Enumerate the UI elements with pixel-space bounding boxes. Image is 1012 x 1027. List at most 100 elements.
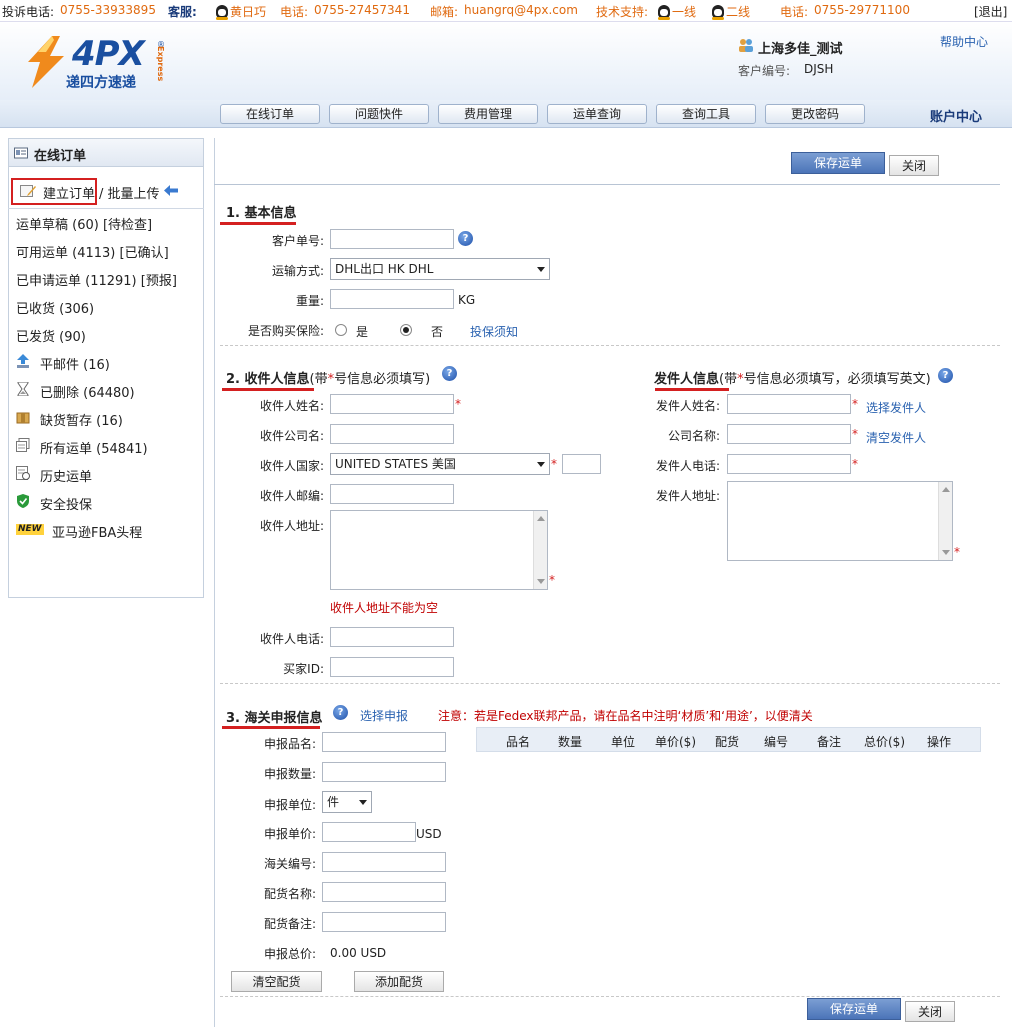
customer-no-label: 客户单号: [271,234,324,248]
recipient-zip-input[interactable] [330,484,454,504]
sender-name-input[interactable] [727,394,851,414]
hs-code-label: 海关编号: [263,857,316,871]
clear-cargo-button[interactable]: 清空配货 [231,971,322,992]
new-badge: NEW [16,524,44,535]
shipping-method-select[interactable]: DHL出口 HK DHL [330,258,550,280]
sidebar-item-received[interactable]: 已收货 (306) [16,298,94,317]
sidebar-item-history[interactable]: 历史运单 [40,466,92,485]
scrollbar[interactable] [533,511,547,589]
scrollbar[interactable] [938,482,952,560]
table-header-action: 操作 [927,735,952,749]
sender-phone-input[interactable] [727,454,851,474]
recipient-country-code-input[interactable] [562,454,601,474]
sender-address-textarea[interactable] [727,481,953,561]
sidebar-item-out-of-stock[interactable]: 缺货暂存 (16) [40,410,123,429]
hourglass-icon [17,382,29,396]
declare-name-input[interactable] [322,732,446,752]
nav-change-password[interactable]: 更改密码 [765,104,865,124]
save-waybill-button-top[interactable]: 保存运单 [791,152,885,174]
declare-total-value: 0.00 USD [330,946,387,960]
logo-express: Express [156,46,165,82]
scroll-up-icon [537,516,545,521]
user-group-icon [739,39,753,52]
customer-code: DJSH [804,62,834,76]
fedex-notice: 注意：若是Fedex联邦产品，请在品名中注明‘材质’和‘用途’，以便清关 [438,709,813,723]
sidebar-item-drafts[interactable]: 运单草稿 (60) [待检查] [16,214,152,233]
tech-phone-label: 电话: [780,5,809,19]
close-button-bottom[interactable]: 关闭 [905,1001,955,1022]
clear-sender-link[interactable]: 清空发件人 [866,429,926,446]
declare-price-input[interactable] [322,822,416,842]
add-cargo-button[interactable]: 添加配货 [354,971,444,992]
nav-waybill-query[interactable]: 运单查询 [547,104,647,124]
qq-icon [712,5,724,20]
recipient-info-title: 2. 收件人信息(带*号信息必须填写) [226,372,431,387]
select-declaration-link[interactable]: 选择申报 [360,707,408,724]
declare-price-unit: USD [416,827,442,841]
account-center-link[interactable]: 账户中心 [930,106,982,125]
tech-line1-contact[interactable]: 一线 [658,3,696,20]
recipient-address-textarea[interactable] [330,510,548,590]
buyer-id-input[interactable] [330,657,454,677]
sidebar-item-all[interactable]: 所有运单 (54841) [40,438,148,457]
sidebar-item-fba[interactable]: 亚马逊FBA头程 [52,522,142,541]
recipient-phone-input[interactable] [330,627,454,647]
insurance-no-radio[interactable] [400,324,412,336]
required-mark: * [954,545,960,559]
customs-help-icon[interactable]: ? [333,705,348,720]
create-order-label[interactable]: 建立订单 [43,183,95,202]
sidebar-item-applied[interactable]: 已申请运单 (11291) [预报] [16,270,177,289]
cargo-name-input[interactable] [322,882,446,902]
email-label: 邮箱: [430,5,459,19]
nav-fee-management[interactable]: 费用管理 [438,104,538,124]
select-sender-link[interactable]: 选择发件人 [866,399,926,416]
sender-help-icon[interactable]: ? [938,368,953,383]
table-header-remark: 备注 [817,735,842,749]
customer-no-input[interactable] [330,229,454,249]
nav-problem-shipments[interactable]: 问题快件 [329,104,429,124]
logout-link[interactable]: [退出] [974,3,1007,20]
save-waybill-button-bottom[interactable]: 保存运单 [807,998,901,1020]
service-contact[interactable]: 黄日巧 [216,3,266,20]
sender-info-underline [655,388,729,391]
batch-upload-link[interactable]: / 批量上传 [99,183,160,202]
declare-qty-input[interactable] [322,762,446,782]
sidebar-item-deleted[interactable]: 已删除 (64480) [40,382,135,401]
qq-icon [658,5,670,20]
nav-online-orders[interactable]: 在线订单 [220,104,320,124]
recipient-company-input[interactable] [330,424,454,444]
sidebar-item-shipped[interactable]: 已发货 (90) [16,326,86,345]
recipient-info-underline [222,388,314,391]
weight-input[interactable] [330,289,454,309]
logo-bolt-icon [28,36,64,88]
insurance-notice-link[interactable]: 投保须知 [470,323,518,340]
help-center-link[interactable]: 帮助中心 [940,33,988,50]
insurance-yes-radio[interactable] [335,324,347,336]
tech-line2-contact[interactable]: 二线 [712,3,750,20]
declare-name-label: 申报品名: [263,737,316,751]
required-mark: * [551,457,557,471]
complaint-phone: 0755-33933895 [60,3,156,17]
sender-name-label: 发件人姓名: [655,399,720,413]
recipient-country-select[interactable]: UNITED STATES 美国 [330,453,550,475]
declare-unit-label: 申报单位: [263,798,316,812]
email-link[interactable]: huangrq@4px.com [464,3,578,17]
sidebar-item-available[interactable]: 可用运单 (4113) [已确认] [16,242,169,261]
declare-unit-select[interactable]: 件 [322,791,372,813]
chevron-down-icon [537,462,545,467]
recipient-name-input[interactable] [330,394,454,414]
cargo-remark-input[interactable] [322,912,446,932]
hs-code-input[interactable] [322,852,446,872]
nav-query-tools[interactable]: 查询工具 [656,104,756,124]
sidebar-title: 在线订单 [34,149,87,164]
sidebar-item-surface-mail[interactable]: 平邮件 (16) [40,354,110,373]
recipient-help-icon[interactable]: ? [442,366,457,381]
sender-company-input[interactable] [727,424,851,444]
customer-no-help-icon[interactable]: ? [458,231,473,246]
close-button-top[interactable]: 关闭 [889,155,939,176]
toolbar-divider [214,184,1000,185]
logo-subtitle: 递四方速递 [66,75,136,91]
sidebar-item-insurance[interactable]: 安全投保 [40,494,92,513]
recipient-country-label: 收件人国家: [259,459,324,473]
documents-icon [16,438,30,452]
